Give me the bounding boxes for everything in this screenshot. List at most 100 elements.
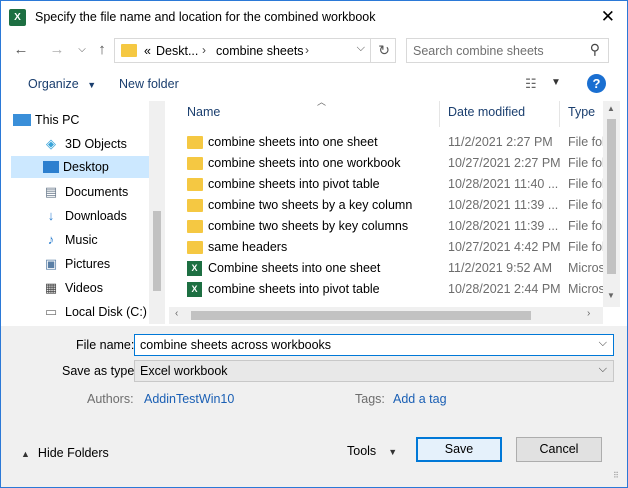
column-divider[interactable] [439,101,440,127]
file-name: same headers [208,240,288,254]
file-type: File fol [568,156,605,170]
nav-item-this-pc[interactable]: This PC [13,109,167,131]
breadcrumb-combine-sheets[interactable]: combine sheets [216,44,304,58]
nav-item-label: Documents [65,185,129,199]
scroll-left-icon[interactable]: ‹ [175,308,178,319]
organize-button[interactable]: Organize ▼ [28,77,96,91]
chevron-down-icon[interactable]: ▼ [551,77,561,88]
file-type: Micros [568,261,605,275]
nav-item-label: Pictures [65,257,111,271]
forward-arrow-icon[interactable]: → [47,41,67,58]
file-row[interactable]: X Combine sheets into one sheet 11/2/202… [181,258,611,279]
file-date: 10/27/2021 4:42 PM [448,240,561,254]
file-type: File fol [568,135,605,149]
file-row[interactable]: combine sheets into one workbook 10/27/2… [181,153,611,174]
recent-locations-chevron-icon[interactable]: ⌵ [72,44,92,55]
resize-grip-icon[interactable]: ⠿ [613,472,619,480]
file-list: Name ︿ Date modified Type combine sheets… [169,101,623,324]
breadcrumb-overflow[interactable]: « [144,44,151,58]
folder-icon [187,136,203,149]
save-as-type-value: Excel workbook [140,364,228,378]
file-date: 11/2/2021 2:27 PM [448,135,553,149]
documents-icon: ▤ [44,184,58,199]
file-date: 10/28/2021 2:44 PM [448,282,561,296]
nav-item-label: Videos [65,281,103,295]
refresh-icon[interactable]: ↻ [378,42,390,59]
nav-item-documents[interactable]: ▤ Documents [43,181,149,203]
file-name: combine sheets into one sheet [208,135,378,149]
file-row[interactable]: same headers 10/27/2021 4:42 PM File fol [181,237,611,258]
music-note-icon: ♪ [47,232,55,247]
close-icon[interactable]: ✕ [601,7,615,27]
column-header-name[interactable]: Name ︿ [187,101,326,127]
cube-icon: ◈ [46,136,56,151]
file-row[interactable]: combine two sheets by key columns 10/28/… [181,216,611,237]
organize-label: Organize [28,77,79,91]
folder-icon [187,157,203,170]
view-options-icon[interactable]: ☷ [525,76,537,92]
column-header-type[interactable]: Type [568,105,595,127]
excel-app-icon: X [9,9,26,26]
file-list-vertical-scrollbar[interactable]: ▲ ▼ [603,101,620,307]
hide-folders-button[interactable]: ▲ Hide Folders [21,446,109,460]
scrollbar-thumb[interactable] [153,211,161,291]
chevron-down-icon[interactable]: ⌵ [599,337,607,350]
window-title: Specify the file name and location for t… [35,10,376,24]
file-row[interactable]: X combine sheets into pivot table 10/28/… [181,279,611,300]
file-row[interactable]: combine sheets into one sheet 11/2/2021 … [181,132,611,153]
file-row[interactable]: combine sheets into pivot table 10/28/20… [181,174,611,195]
new-folder-button[interactable]: New folder [119,77,179,91]
column-header-date-modified[interactable]: Date modified [448,105,525,127]
chevron-down-icon[interactable]: ⌵ [357,42,365,55]
save-as-type-label: Save as type: [62,364,138,378]
nav-item-label: 3D Objects [65,137,127,151]
search-input[interactable] [413,42,583,59]
nav-item-label: This PC [35,113,80,127]
address-bar[interactable]: « Deskt... › combine sheets › ⌵ ↻ [114,38,396,63]
save-button[interactable]: Save [416,437,502,462]
scrollbar-thumb[interactable] [607,119,616,274]
file-name-combobox[interactable]: ⌵ [134,334,614,356]
file-name-input[interactable] [140,337,580,353]
back-arrow-icon[interactable]: ← [11,41,31,58]
nav-item-pictures[interactable]: ▣ Pictures [43,253,149,275]
address-divider [370,39,371,62]
pictures-icon: ▣ [44,256,58,271]
scroll-up-icon[interactable]: ▲ [607,104,615,113]
nav-item-local-disk[interactable]: ▭ Local Disk (C:) [43,301,149,323]
file-date: 10/28/2021 11:39 ... [448,219,559,233]
file-list-horizontal-scrollbar[interactable]: ‹ › [169,307,603,324]
authors-label: Authors: [87,392,134,406]
help-icon[interactable]: ? [587,74,606,93]
excel-file-icon: X [187,282,202,297]
authors-value[interactable]: AddinTestWin10 [144,392,234,406]
search-box[interactable]: ⚲ [406,38,609,63]
chevron-right-icon[interactable]: › [202,43,206,57]
nav-item-downloads[interactable]: ↓ Downloads [43,205,149,227]
scrollbar-thumb[interactable] [191,311,531,320]
address-row: ← → ⌵ ↑ « Deskt... › combine sheets › ⌵ … [1,35,627,67]
file-row[interactable]: combine two sheets by a key column 10/28… [181,195,611,216]
cancel-button[interactable]: Cancel [516,437,602,462]
save-as-type-select[interactable]: Excel workbook ⌵ [134,360,614,382]
tools-button[interactable]: Tools ▼ [347,444,397,458]
breadcrumb-desktop[interactable]: Deskt... [156,44,198,58]
scroll-right-icon[interactable]: › [587,308,590,319]
add-tag-link[interactable]: Add a tag [393,392,447,406]
scroll-down-icon[interactable]: ▼ [607,291,615,300]
file-name: combine sheets into one workbook [208,156,401,170]
file-date: 11/2/2021 9:52 AM [448,261,553,275]
sort-ascending-icon: ︿ [317,101,327,107]
save-dialog: X Specify the file name and location for… [0,0,628,488]
nav-item-desktop[interactable]: Desktop [11,156,149,178]
chevron-right-icon[interactable]: › [305,43,309,57]
column-divider[interactable] [559,101,560,127]
nav-pane-scrollbar[interactable] [149,101,165,324]
nav-item-music[interactable]: ♪ Music [43,229,149,251]
nav-item-3d-objects[interactable]: ◈ 3D Objects [43,133,149,155]
nav-item-videos[interactable]: ▦ Videos [43,277,149,299]
chevron-down-icon[interactable]: ⌵ [599,363,607,376]
up-arrow-icon[interactable]: ↑ [92,41,112,58]
search-icon[interactable]: ⚲ [590,41,600,58]
disk-icon: ▭ [44,304,58,319]
